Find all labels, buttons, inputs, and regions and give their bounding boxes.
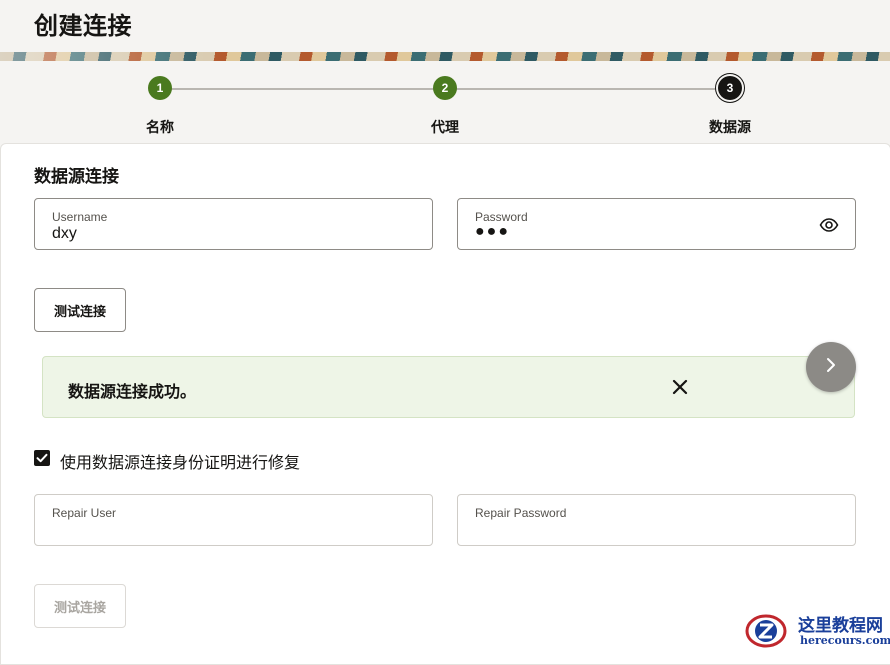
step-2-indicator[interactable]: 2 — [433, 76, 457, 100]
repair-test-connection-label: 测试连接 — [53, 599, 106, 615]
repair-test-connection-button[interactable]: 测试连接 — [34, 584, 126, 628]
username-value[interactable]: dxy — [52, 225, 77, 243]
watermark-logo-icon — [744, 611, 788, 651]
username-field[interactable]: Username dxy — [34, 198, 433, 250]
test-connection-label: 测试连接 — [53, 303, 106, 319]
repair-user-label: Repair User — [52, 506, 117, 520]
step-1-indicator[interactable]: 1 — [148, 76, 172, 100]
step-1-label[interactable]: 名称 — [146, 117, 174, 137]
step-3-indicator[interactable]: 3 — [718, 76, 742, 100]
password-value[interactable]: ●●● — [475, 223, 510, 241]
repair-password-label: Repair Password — [475, 506, 567, 520]
section-title: 数据源连接 — [34, 167, 119, 186]
page-title: 创建连接 — [34, 13, 132, 40]
checkmark-icon — [36, 453, 48, 463]
username-label: Username — [52, 210, 108, 224]
eye-icon[interactable] — [819, 215, 839, 235]
repair-checkbox[interactable] — [34, 450, 50, 466]
test-connection-button[interactable]: 测试连接 — [34, 288, 126, 332]
stepper-connector-2 — [456, 88, 719, 90]
alert-message: 数据源连接成功。 — [68, 384, 197, 401]
repair-checkbox-label[interactable]: 使用数据源连接身份证明进行修复 — [60, 449, 300, 473]
watermark: 这里教程网 herecours.com — [742, 609, 890, 653]
decorative-banner — [0, 52, 890, 61]
step-3-number: 3 — [726, 81, 734, 95]
close-icon[interactable] — [670, 377, 690, 397]
repair-password-field[interactable]: Repair Password — [457, 494, 856, 546]
password-field[interactable]: Password ●●● — [457, 198, 856, 250]
stepper-connector-1 — [170, 88, 434, 90]
chevron-right-icon — [822, 356, 840, 379]
watermark-title: 这里教程网 — [798, 616, 883, 636]
watermark-url: herecours.com — [800, 634, 890, 647]
step-2-label[interactable]: 代理 — [431, 117, 459, 137]
step-1-number: 1 — [156, 81, 164, 95]
password-label: Password — [475, 210, 528, 224]
step-2-number: 2 — [441, 81, 449, 95]
repair-user-field[interactable]: Repair User — [34, 494, 433, 546]
success-alert: 数据源连接成功。 — [42, 356, 855, 418]
step-3-label[interactable]: 数据源 — [709, 117, 751, 137]
next-button[interactable] — [806, 342, 856, 392]
